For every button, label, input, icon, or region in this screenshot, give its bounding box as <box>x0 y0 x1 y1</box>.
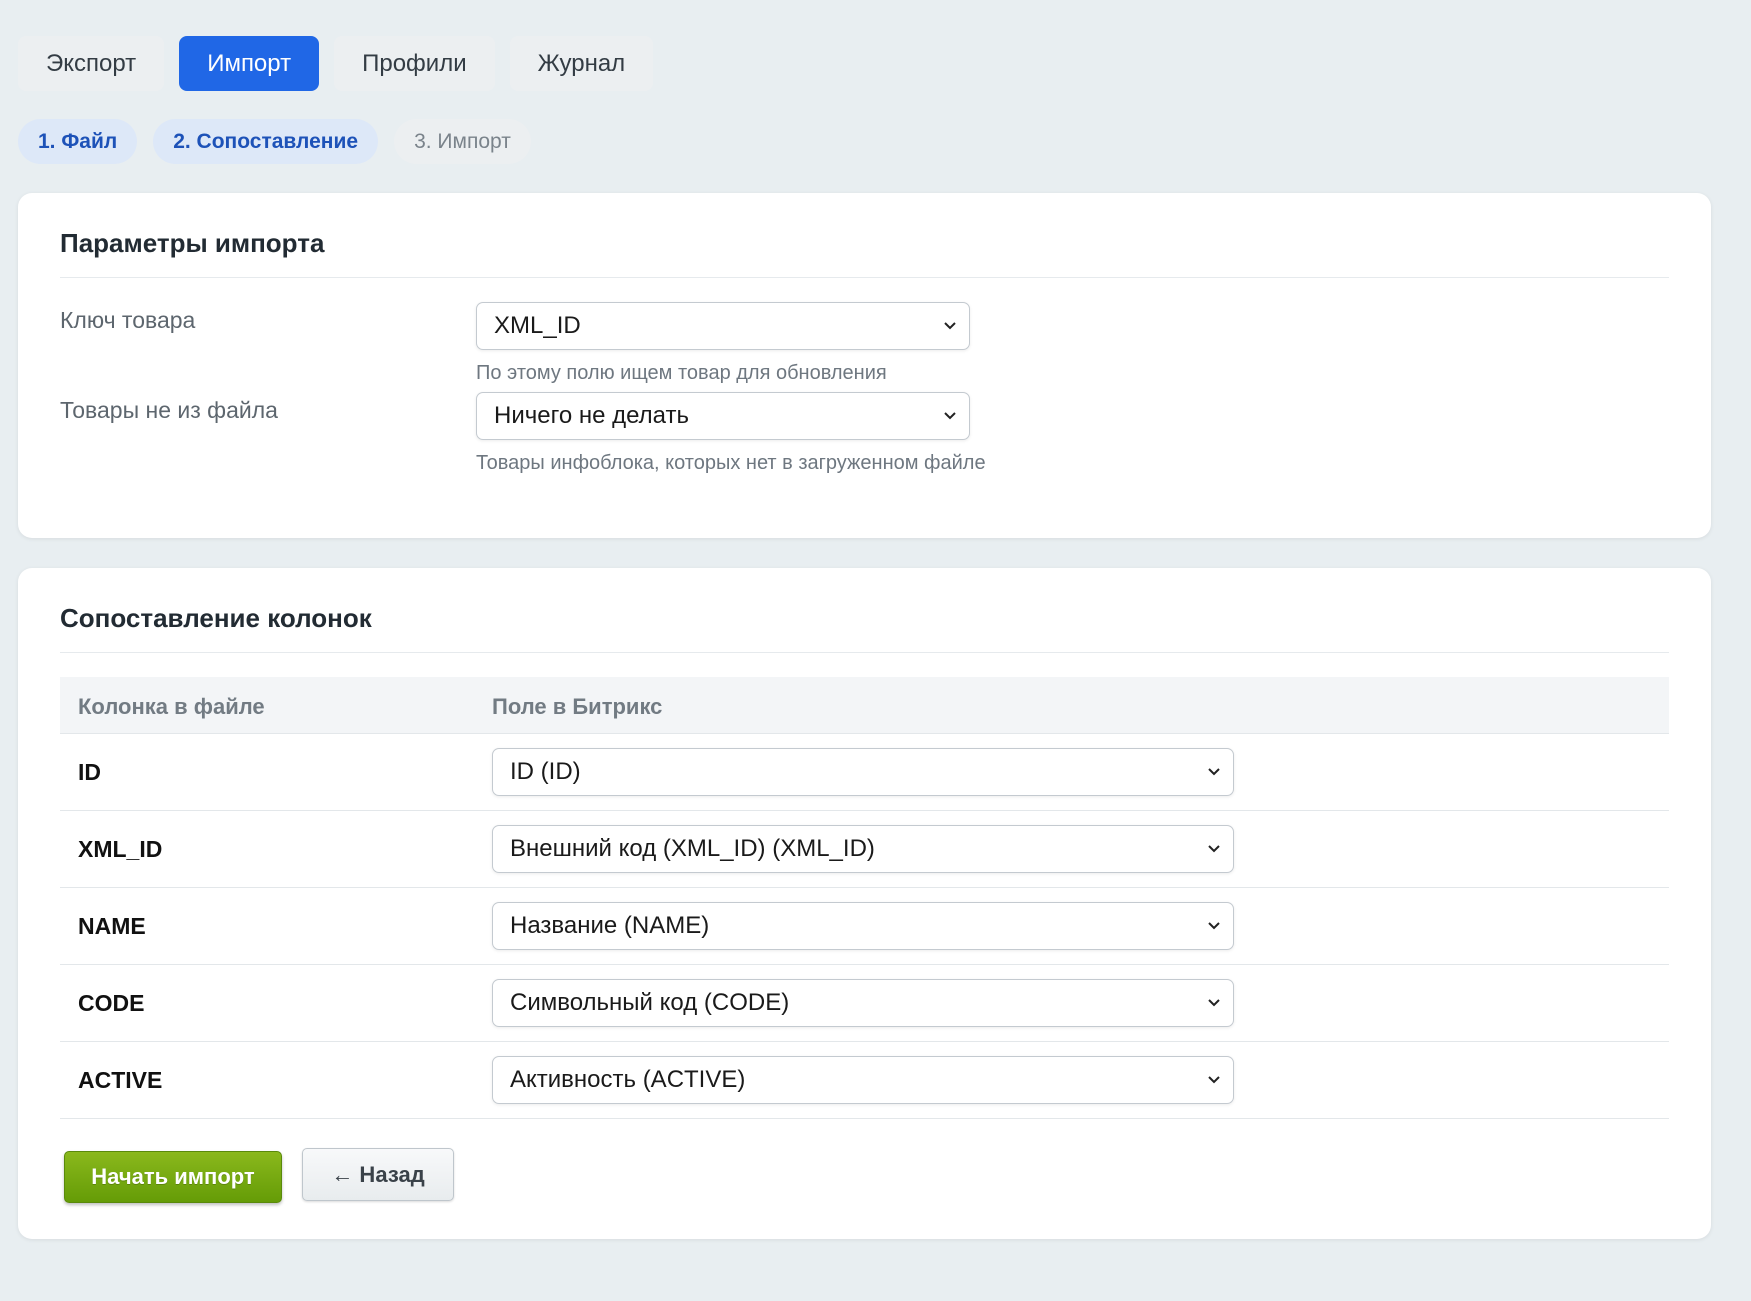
product-key-value: XML_ID <box>494 312 581 339</box>
bitrix-field-select[interactable]: ID (ID) <box>492 748 1234 796</box>
missing-products-row: Товары не из файла Ничего не делать Това… <box>60 368 1669 474</box>
step-mapping[interactable]: 2. Сопоставление <box>153 119 379 164</box>
chevron-down-icon <box>943 319 957 333</box>
chevron-down-icon <box>1207 996 1221 1010</box>
form-actions: Начать импорт ← Назад <box>60 1119 1669 1229</box>
table-row: NAME Название (NAME) <box>60 888 1669 965</box>
file-column-name: CODE <box>78 990 145 1016</box>
tab-log[interactable]: Журнал <box>509 36 654 91</box>
column-header-bitrix: Поле в Битрикс <box>492 694 663 719</box>
tab-profiles[interactable]: Профили <box>334 36 495 91</box>
bitrix-field-value: Активность (ACTIVE) <box>510 1066 746 1093</box>
chevron-down-icon <box>1207 919 1221 933</box>
step-import: 3. Импорт <box>394 119 531 164</box>
bitrix-field-select[interactable]: Внешний код (XML_ID) (XML_ID) <box>492 825 1234 873</box>
file-column-name: ACTIVE <box>78 1067 163 1093</box>
missing-products-value: Ничего не делать <box>494 402 689 429</box>
file-column-name: ID <box>78 759 101 785</box>
table-row: ID ID (ID) <box>60 734 1669 811</box>
missing-products-label: Товары не из файла <box>60 397 278 423</box>
table-row: ACTIVE Активность (ACTIVE) <box>60 1042 1669 1119</box>
import-params-title: Параметры импорта <box>60 193 1669 278</box>
bitrix-field-value: Символьный код (CODE) <box>510 989 790 1016</box>
bitrix-field-value: ID (ID) <box>510 758 581 785</box>
top-tabs: Экспорт Импорт Профили Журнал <box>18 36 1711 91</box>
file-column-name: NAME <box>78 913 146 939</box>
bitrix-field-select[interactable]: Символьный код (CODE) <box>492 979 1234 1027</box>
chevron-down-icon <box>1207 842 1221 856</box>
import-params-panel: Параметры импорта Ключ товара XML_ID По … <box>18 193 1711 538</box>
bitrix-field-select[interactable]: Название (NAME) <box>492 902 1234 950</box>
tab-import[interactable]: Импорт <box>179 36 320 91</box>
mapping-table: Колонка в файле Поле в Битрикс ID ID (ID… <box>60 677 1669 1119</box>
product-key-label: Ключ товара <box>60 307 196 333</box>
bitrix-field-value: Внешний код (XML_ID) (XML_ID) <box>510 835 875 862</box>
table-row: CODE Символьный код (CODE) <box>60 965 1669 1042</box>
back-button[interactable]: ← Назад <box>302 1148 454 1201</box>
missing-products-hint: Товары инфоблока, которых нет в загружен… <box>476 452 986 474</box>
chevron-down-icon <box>1207 1073 1221 1087</box>
bitrix-field-select[interactable]: Активность (ACTIVE) <box>492 1056 1234 1104</box>
file-column-name: XML_ID <box>78 836 163 862</box>
table-row: XML_ID Внешний код (XML_ID) (XML_ID) <box>60 811 1669 888</box>
bitrix-field-value: Название (NAME) <box>510 912 710 939</box>
missing-products-select[interactable]: Ничего не делать <box>476 392 970 440</box>
wizard-steps: 1. Файл 2. Сопоставление 3. Импорт <box>18 119 1711 164</box>
column-header-file: Колонка в файле <box>78 694 265 719</box>
column-mapping-panel: Сопоставление колонок Колонка в файле По… <box>18 568 1711 1239</box>
chevron-down-icon <box>1207 765 1221 779</box>
import-page: Экспорт Импорт Профили Журнал 1. Файл 2.… <box>18 36 1711 1239</box>
step-file[interactable]: 1. Файл <box>18 119 138 164</box>
product-key-row: Ключ товара XML_ID По этому полю ищем то… <box>60 278 1669 384</box>
start-import-button[interactable]: Начать импорт <box>64 1151 282 1203</box>
column-mapping-title: Сопоставление колонок <box>60 568 1669 653</box>
mapping-table-header: Колонка в файле Поле в Битрикс <box>60 677 1669 734</box>
tab-export[interactable]: Экспорт <box>18 36 165 91</box>
product-key-select[interactable]: XML_ID <box>476 302 970 350</box>
chevron-down-icon <box>943 409 957 423</box>
